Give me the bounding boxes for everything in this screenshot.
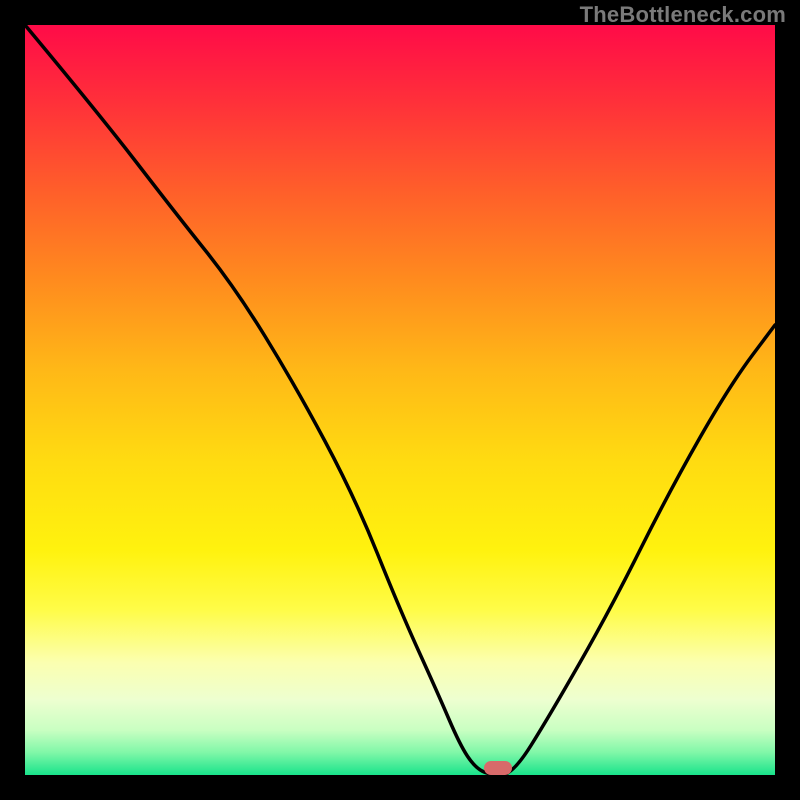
- attribution-text: TheBottleneck.com: [580, 2, 786, 28]
- curve-layer: [25, 25, 775, 775]
- optimal-marker: [484, 761, 512, 775]
- bottleneck-curve: [25, 25, 775, 775]
- plot-area: [25, 25, 775, 775]
- chart-frame: TheBottleneck.com: [0, 0, 800, 800]
